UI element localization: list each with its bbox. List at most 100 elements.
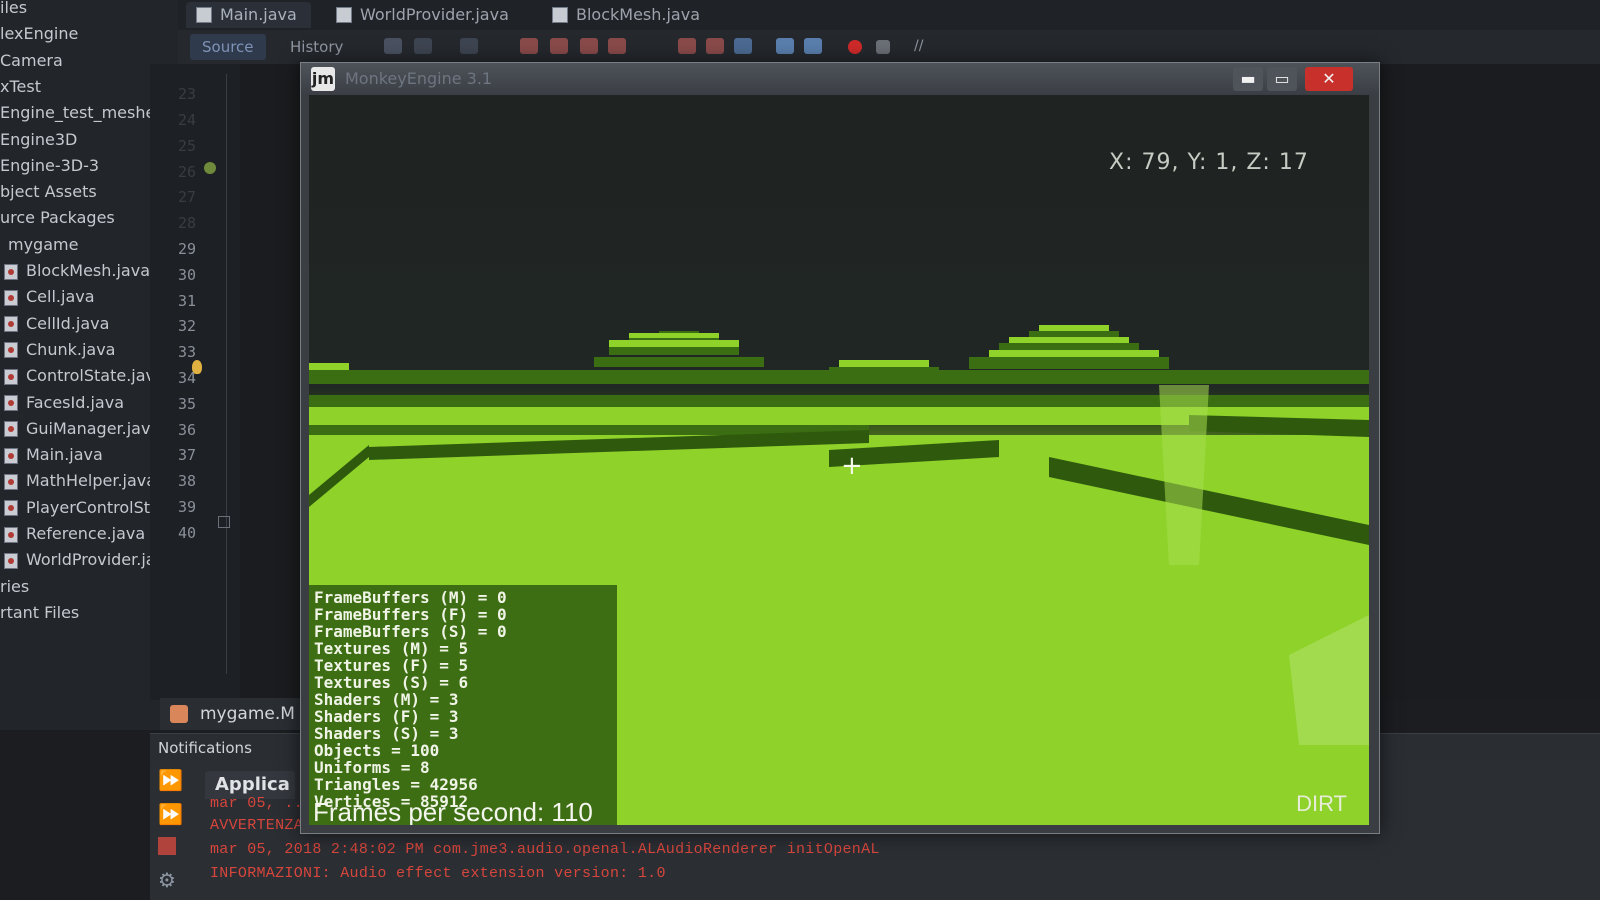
minimize-button[interactable]: ▬ [1233,67,1263,91]
run-again-icon[interactable]: ⏩ [158,769,183,791]
game-window[interactable]: jm MonkeyEngine 3.1 ▬ ▭ ✕ X: 79, Y: 1, Z… [300,62,1380,834]
find-next-icon[interactable] [550,38,568,54]
tree-file-item[interactable]: MathHelper.java [4,469,156,493]
tree-item-label: Reference.java [26,524,146,543]
tree-node[interactable]: iles [0,0,27,20]
shift-right-icon[interactable] [706,38,724,54]
tree-node[interactable]: urce Packages [0,206,115,230]
tree-file-item[interactable]: Cell.java [4,285,95,309]
stat-line: Textures (S) = 6 [314,673,469,692]
line-number: 24 [177,111,196,129]
tree-file-item[interactable]: BlockMesh.java [4,259,150,283]
terrain-block-row [309,395,1369,407]
line-number: 38 [177,472,196,491]
java-file-icon [336,7,352,23]
tree-node[interactable]: Camera [0,49,63,73]
stat-line: Textures (M) = 5 [314,639,469,658]
tree-item-label: ControlState.jav [26,366,155,386]
tree-item-label: CellId.java [26,313,110,333]
start-macro-recording-icon[interactable] [848,40,862,54]
java-file-icon [4,342,18,359]
find-previous-icon[interactable] [520,38,538,54]
class-icon [170,705,188,723]
tree-file-item[interactable]: WorldProvider.ja [4,548,156,572]
terrain-block-top [839,360,929,367]
close-button[interactable]: ✕ [1305,67,1353,91]
render-stats-panel: FrameBuffers (M) = 0 FrameBuffers (F) = … [309,585,617,825]
tab-label: Main.java [220,5,297,24]
game-viewport[interactable]: X: 79, Y: 1, Z: 17 + FrameBuffers (M) = … [309,95,1369,825]
tree-node[interactable]: Engine_test_meshes [0,101,164,125]
tab-main-java[interactable]: Main.java [186,2,311,28]
tree-file-item[interactable]: Chunk.java [4,338,115,362]
tree-node[interactable]: ries [0,575,29,599]
tree-item-label: PlayerControlSt [26,497,151,517]
previous-bookmark-icon[interactable] [776,38,794,54]
tree-item-label: Engine-3D-3 [0,155,100,175]
fold-toggle-icon[interactable] [218,516,230,528]
terrain-block-row [969,357,1169,369]
tree-item-label: MathHelper.java [26,471,157,491]
tree-node[interactable]: lexEngine [0,22,78,46]
terrain-block-top [609,340,739,347]
line-number: 29 [177,240,196,258]
tab-blockmesh-java[interactable]: BlockMesh.java [542,2,714,28]
java-file-icon [196,7,212,23]
tab-worldprovider-java[interactable]: WorldProvider.java [326,2,523,28]
stat-line: Shaders (F) = 3 [314,707,459,726]
next-bookmark-icon[interactable] [804,38,822,54]
bookmark-icon[interactable] [734,38,752,54]
tree-item-label: xTest [0,76,41,96]
editor-toolbar: Source History // [178,30,1600,64]
tree-node[interactable]: rtant Files [0,601,79,625]
tab-label: WorldProvider.java [360,5,509,24]
tree-item-label: ries [0,576,30,596]
java-file-icon [4,289,18,306]
java-file-icon [4,421,18,438]
tree-file-item[interactable]: FacesId.java [4,391,124,415]
shift-left-icon[interactable] [678,38,696,54]
line-number: 32 [177,317,196,336]
maximize-button[interactable]: ▭ [1267,67,1297,91]
tree-node[interactable]: Engine-3D-3 [0,154,99,178]
settings-icon[interactable]: ⚙ [158,869,180,891]
comment-icon[interactable]: // [914,38,932,54]
find-selection-icon[interactable] [580,38,598,54]
find-icon[interactable] [460,38,478,54]
stop-icon[interactable] [158,837,176,855]
stat-line: FrameBuffers (F) = 0 [314,605,507,624]
tree-file-item[interactable]: Reference.java [4,522,145,546]
rerun-icon[interactable]: ⏩ [158,803,183,825]
tree-node[interactable]: bject Assets [0,180,97,204]
tree-node[interactable]: Engine3D [0,128,77,152]
tree-file-item[interactable]: ControlState.jav [4,364,155,388]
forward-navigation-icon[interactable] [414,38,432,54]
tab-history[interactable]: History [278,34,355,60]
tree-node[interactable]: xTest [0,75,41,99]
tree-file-item[interactable]: Main.java [4,443,103,467]
back-navigation-icon[interactable] [384,38,402,54]
fold-guide [226,74,227,674]
game-window-titlebar[interactable]: jm MonkeyEngine 3.1 ▬ ▭ ✕ [301,63,1379,95]
game-window-title: MonkeyEngine 3.1 [345,69,493,88]
line-number: 35 [177,394,196,413]
tree-item-label: rtant Files [0,602,80,622]
stop-macro-recording-icon[interactable] [876,40,890,54]
line-number: 30 [177,265,196,284]
tree-file-item[interactable]: PlayerControlSt [4,496,150,520]
terrain-block-top [989,350,1159,357]
breakpoint-icon[interactable] [204,162,216,174]
tree-file-item[interactable]: GuiManager.jav [4,417,150,441]
fps-counter: Frames per second: 110 [313,797,593,825]
java-file-icon [4,395,18,411]
tree-node[interactable]: mygame [0,233,78,257]
java-file-icon [552,7,568,23]
tree-file-item[interactable]: CellId.java [4,312,109,336]
java-file-icon [4,368,18,385]
tree-item-label: Cell.java [26,287,95,307]
java-file-icon [4,316,18,333]
toggle-highlight-icon[interactable] [608,38,626,54]
java-file-icon [4,473,18,490]
tab-source[interactable]: Source [190,34,266,60]
java-file-icon [4,526,18,543]
